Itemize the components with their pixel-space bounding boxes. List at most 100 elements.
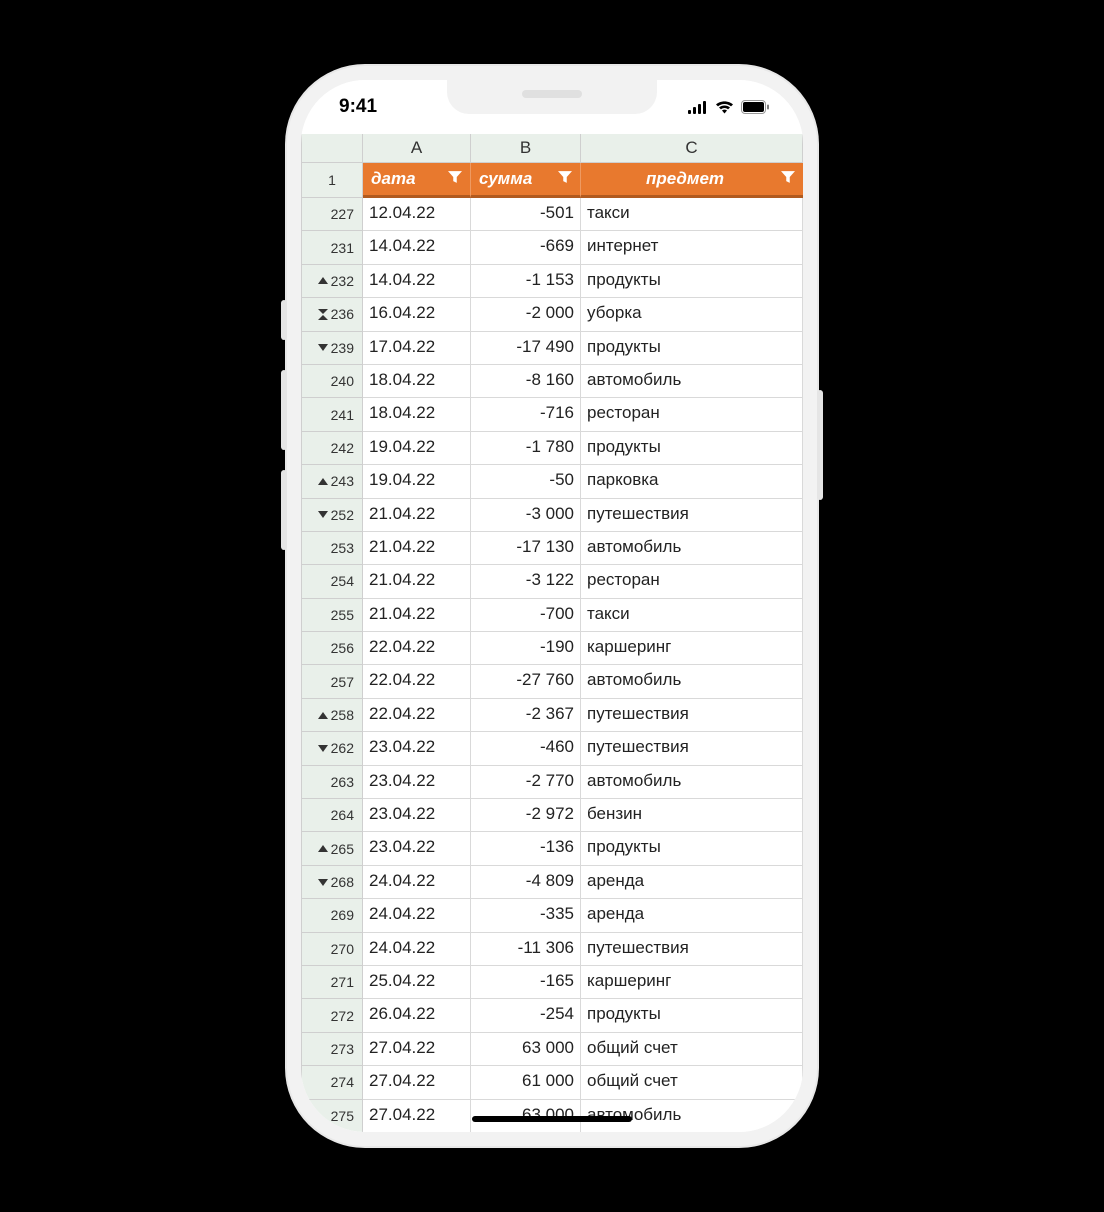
table-body[interactable]: 22712.04.22-501такси23114.04.22-669интер… bbox=[301, 198, 803, 1132]
cell-subject[interactable]: продукты bbox=[581, 999, 803, 1032]
table-row[interactable]: 27427.04.2261 000общий счет bbox=[301, 1066, 803, 1099]
row-number[interactable]: 269 bbox=[301, 899, 363, 932]
row-number[interactable]: 255 bbox=[301, 599, 363, 632]
cell-amount[interactable]: -460 bbox=[471, 732, 581, 765]
row-number[interactable]: 265 bbox=[301, 832, 363, 865]
cell-date[interactable]: 16.04.22 bbox=[363, 298, 471, 331]
cell-subject[interactable]: путешествия bbox=[581, 933, 803, 966]
cell-date[interactable]: 23.04.22 bbox=[363, 732, 471, 765]
cell-amount[interactable]: -700 bbox=[471, 599, 581, 632]
table-row[interactable]: 23616.04.22-2 000уборка bbox=[301, 298, 803, 331]
cell-subject[interactable]: парковка bbox=[581, 465, 803, 498]
table-row[interactable]: 23917.04.22-17 490продукты bbox=[301, 332, 803, 365]
row-number[interactable]: 240 bbox=[301, 365, 363, 398]
cell-subject[interactable]: продукты bbox=[581, 832, 803, 865]
table-row[interactable]: 27125.04.22-165каршеринг bbox=[301, 966, 803, 999]
filter-icon[interactable] bbox=[448, 169, 462, 189]
row-number[interactable]: 239 bbox=[301, 332, 363, 365]
cell-date[interactable]: 17.04.22 bbox=[363, 332, 471, 365]
cell-subject[interactable]: ресторан bbox=[581, 398, 803, 431]
row-number[interactable]: 264 bbox=[301, 799, 363, 832]
cell-amount[interactable]: -17 490 bbox=[471, 332, 581, 365]
group-expand-up-icon[interactable] bbox=[318, 845, 328, 852]
table-row[interactable]: 25421.04.22-3 122ресторан bbox=[301, 565, 803, 598]
row-number[interactable]: 241 bbox=[301, 398, 363, 431]
cell-amount[interactable]: -2 770 bbox=[471, 766, 581, 799]
table-row[interactable]: 24018.04.22-8 160автомобиль bbox=[301, 365, 803, 398]
row-number[interactable]: 254 bbox=[301, 565, 363, 598]
row-number-header[interactable]: 1 bbox=[301, 163, 363, 198]
cell-date[interactable]: 19.04.22 bbox=[363, 465, 471, 498]
cell-subject[interactable]: уборка bbox=[581, 298, 803, 331]
table-row[interactable]: 27024.04.22-11 306путешествия bbox=[301, 933, 803, 966]
table-row[interactable]: 25221.04.22-3 000путешествия bbox=[301, 499, 803, 532]
spreadsheet[interactable]: A B C 1 дата сумма bbox=[301, 134, 803, 1132]
header-amount[interactable]: сумма bbox=[471, 163, 581, 198]
row-number[interactable]: 232 bbox=[301, 265, 363, 298]
row-number[interactable]: 242 bbox=[301, 432, 363, 465]
table-row[interactable]: 23114.04.22-669интернет bbox=[301, 231, 803, 264]
group-expand-up-icon[interactable] bbox=[318, 277, 328, 284]
cell-subject[interactable]: автомобиль bbox=[581, 365, 803, 398]
row-number[interactable]: 272 bbox=[301, 999, 363, 1032]
group-collapse-icon[interactable] bbox=[318, 309, 328, 320]
cell-subject[interactable]: аренда bbox=[581, 866, 803, 899]
cell-date[interactable]: 22.04.22 bbox=[363, 699, 471, 732]
table-row[interactable]: 25521.04.22-700такси bbox=[301, 599, 803, 632]
table-row[interactable]: 25722.04.22-27 760автомобиль bbox=[301, 665, 803, 698]
cell-amount[interactable]: -1 153 bbox=[471, 265, 581, 298]
table-row[interactable]: 27327.04.2263 000общий счет bbox=[301, 1033, 803, 1066]
row-number[interactable]: 256 bbox=[301, 632, 363, 665]
row-number[interactable]: 262 bbox=[301, 732, 363, 765]
row-number[interactable]: 273 bbox=[301, 1033, 363, 1066]
cell-amount[interactable]: -2 367 bbox=[471, 699, 581, 732]
row-number[interactable]: 258 bbox=[301, 699, 363, 732]
cell-date[interactable]: 26.04.22 bbox=[363, 999, 471, 1032]
group-expand-down-icon[interactable] bbox=[318, 745, 328, 752]
table-row[interactable]: 23214.04.22-1 153продукты bbox=[301, 265, 803, 298]
row-number[interactable]: 227 bbox=[301, 198, 363, 231]
row-number[interactable]: 257 bbox=[301, 665, 363, 698]
cell-date[interactable]: 25.04.22 bbox=[363, 966, 471, 999]
cell-subject[interactable]: путешествия bbox=[581, 699, 803, 732]
cell-amount[interactable]: -2 972 bbox=[471, 799, 581, 832]
table-row[interactable]: 26423.04.22-2 972бензин bbox=[301, 799, 803, 832]
cell-amount[interactable]: -254 bbox=[471, 999, 581, 1032]
table-row[interactable]: 26223.04.22-460путешествия bbox=[301, 732, 803, 765]
cell-date[interactable]: 14.04.22 bbox=[363, 231, 471, 264]
row-number[interactable]: 268 bbox=[301, 866, 363, 899]
cell-amount[interactable]: -190 bbox=[471, 632, 581, 665]
cell-amount[interactable]: -1 780 bbox=[471, 432, 581, 465]
table-row[interactable]: 24219.04.22-1 780продукты bbox=[301, 432, 803, 465]
filter-icon[interactable] bbox=[781, 169, 795, 189]
table-row[interactable]: 26323.04.22-2 770автомобиль bbox=[301, 766, 803, 799]
row-number[interactable]: 270 bbox=[301, 933, 363, 966]
cell-subject[interactable]: продукты bbox=[581, 265, 803, 298]
cell-subject[interactable]: аренда bbox=[581, 899, 803, 932]
cell-subject[interactable]: такси bbox=[581, 198, 803, 231]
table-row[interactable]: 25622.04.22-190каршеринг bbox=[301, 632, 803, 665]
cell-amount[interactable]: -3 122 bbox=[471, 565, 581, 598]
cell-subject[interactable]: продукты bbox=[581, 332, 803, 365]
row-number[interactable]: 274 bbox=[301, 1066, 363, 1099]
cell-subject[interactable]: интернет bbox=[581, 231, 803, 264]
column-header-b[interactable]: B bbox=[471, 134, 581, 163]
column-header-c[interactable]: C bbox=[581, 134, 803, 163]
table-row[interactable]: 24319.04.22-50парковка bbox=[301, 465, 803, 498]
cell-subject[interactable]: ресторан bbox=[581, 565, 803, 598]
cell-date[interactable]: 23.04.22 bbox=[363, 766, 471, 799]
select-all-corner[interactable] bbox=[301, 134, 363, 163]
group-expand-down-icon[interactable] bbox=[318, 511, 328, 518]
cell-amount[interactable]: -17 130 bbox=[471, 532, 581, 565]
cell-date[interactable]: 23.04.22 bbox=[363, 799, 471, 832]
header-date[interactable]: дата bbox=[363, 163, 471, 198]
cell-subject[interactable]: путешествия bbox=[581, 499, 803, 532]
cell-amount[interactable]: -50 bbox=[471, 465, 581, 498]
cell-subject[interactable]: бензин bbox=[581, 799, 803, 832]
row-number[interactable]: 252 bbox=[301, 499, 363, 532]
cell-date[interactable]: 18.04.22 bbox=[363, 398, 471, 431]
group-expand-down-icon[interactable] bbox=[318, 344, 328, 351]
cell-subject[interactable]: продукты bbox=[581, 432, 803, 465]
cell-amount[interactable]: -2 000 bbox=[471, 298, 581, 331]
cell-amount[interactable]: -501 bbox=[471, 198, 581, 231]
